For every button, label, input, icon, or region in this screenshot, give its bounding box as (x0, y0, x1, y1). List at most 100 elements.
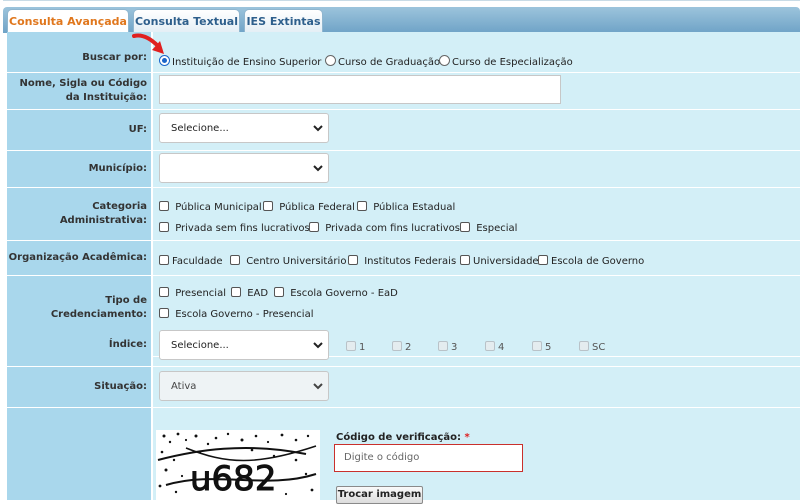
cb-label: Escola de Governo (551, 256, 645, 267)
row-municipio: Município: (7, 151, 800, 188)
verificacao-input[interactable]: Digite o código (334, 444, 523, 472)
checkbox-icon[interactable] (485, 341, 495, 351)
checkbox-icon[interactable] (460, 255, 470, 265)
indice-select-value: Selecione... (171, 339, 229, 351)
checkbox-icon[interactable] (230, 255, 240, 265)
label-situacao: Situação: (7, 367, 153, 407)
cb-escola-governo-ead[interactable]: Escola Governo - EaD (274, 287, 398, 299)
search-form: Buscar por: Instituição de Ensino Superi… (7, 32, 800, 500)
situacao-field: Ativa (159, 367, 800, 407)
situacao-select[interactable]: Ativa (159, 371, 329, 401)
cb-indice-sc[interactable]: SC (579, 341, 605, 353)
annotation-arrow-icon (132, 33, 164, 54)
nome-input[interactable] (159, 75, 561, 104)
label-captcha-empty (7, 408, 153, 500)
uf-select-value: Selecione... (171, 122, 229, 134)
cb-indice-4[interactable]: 4 (485, 341, 504, 353)
cb-label: Privada com fins lucrativos (325, 223, 460, 234)
cb-centro-universitario[interactable]: Centro Universitário (230, 255, 346, 267)
cb-publica-federal[interactable]: Pública Federal (263, 201, 355, 213)
cb-label: 3 (451, 342, 458, 353)
cb-escola-governo[interactable]: Escola de Governo (538, 255, 644, 267)
checkbox-icon[interactable] (309, 222, 319, 232)
cb-publica-municipal[interactable]: Pública Municipal (159, 201, 262, 213)
cb-publica-estadual[interactable]: Pública Estadual (357, 201, 455, 213)
verificacao-label-text: Código de verificação: (336, 432, 462, 443)
radio-curso-especializacao[interactable]: Curso de Especialização (439, 55, 573, 68)
indice-select[interactable]: Selecione... (159, 330, 329, 360)
situacao-select-value: Ativa (171, 380, 197, 392)
checkbox-icon[interactable] (274, 287, 284, 297)
tab-bar: Consulta Avançada Consulta Textual IES E… (3, 0, 800, 34)
tab-ies-extintas[interactable]: IES Extintas (244, 9, 323, 33)
checkbox-icon[interactable] (532, 341, 542, 351)
cb-label: Presencial (175, 288, 226, 299)
cb-label: Escola Governo - EaD (290, 288, 398, 299)
label-municipio: Município: (7, 151, 153, 187)
cb-institutos-federais[interactable]: Institutos Federais (348, 255, 456, 267)
indice-field: Selecione... 1 2 3 4 5 SC (159, 324, 800, 366)
row-categoria: Categoria Administrativa: Pública Munici… (7, 188, 800, 241)
captcha-noise-icon: u682 (156, 430, 320, 500)
radio-especializacao-label: Curso de Especialização (452, 57, 573, 68)
checkbox-icon[interactable] (348, 255, 358, 265)
cb-indice-5[interactable]: 5 (532, 341, 551, 353)
cb-label: Especial (476, 223, 518, 234)
cb-presencial[interactable]: Presencial (159, 287, 226, 299)
checkbox-icon[interactable] (159, 308, 169, 318)
cb-label: Escola Governo - Presencial (175, 309, 314, 320)
radio-icon[interactable] (439, 55, 450, 66)
label-indice: Índice: (7, 324, 153, 366)
label-organizacao: Organização Acadêmica: (7, 241, 153, 275)
uf-select[interactable]: Selecione... (159, 113, 329, 143)
cb-privada-com-fins[interactable]: Privada com fins lucrativos (309, 222, 460, 234)
checkbox-icon[interactable] (159, 255, 169, 265)
radio-icon[interactable] (325, 55, 336, 66)
buscar-por-field: Instituição de Ensino Superior Curso de … (159, 32, 800, 72)
radio-ies[interactable]: Instituição de Ensino Superior (159, 55, 321, 68)
checkbox-icon[interactable] (159, 222, 169, 232)
nome-field (159, 73, 800, 109)
municipio-field (159, 151, 800, 187)
cb-label: 1 (359, 342, 366, 353)
tab-consulta-avancada[interactable]: Consulta Avançada (7, 9, 129, 34)
radio-ies-label: Instituição de Ensino Superior (172, 57, 322, 68)
checkbox-icon[interactable] (392, 341, 402, 351)
checkbox-icon[interactable] (538, 255, 548, 265)
checkbox-icon[interactable] (346, 341, 356, 351)
uf-field: Selecione... (159, 110, 800, 150)
categoria-field: Pública Municipal Pública Federal Públic… (159, 188, 800, 240)
cb-especial[interactable]: Especial (460, 222, 517, 234)
cb-universidade[interactable]: Universidade (460, 255, 539, 267)
cb-ead[interactable]: EAD (231, 287, 268, 299)
checkbox-icon[interactable] (231, 287, 241, 297)
checkbox-icon[interactable] (263, 201, 273, 211)
cb-faculdade[interactable]: Faculdade (159, 255, 223, 267)
cb-label: Pública Estadual (373, 202, 456, 213)
municipio-select[interactable] (159, 153, 329, 183)
row-buscar-por: Buscar por: Instituição de Ensino Superi… (7, 32, 800, 73)
radio-curso-graduacao[interactable]: Curso de Graduação (325, 55, 440, 68)
cb-privada-sem-fins[interactable]: Privada sem fins lucrativos (159, 222, 310, 234)
cb-label: Pública Federal (279, 202, 355, 213)
row-uf: UF: Selecione... (7, 110, 800, 151)
label-categoria: Categoria Administrativa: (7, 188, 153, 240)
cb-escola-governo-presencial[interactable]: Escola Governo - Presencial (159, 308, 314, 320)
cb-label: Faculdade (172, 256, 223, 267)
cb-indice-1[interactable]: 1 (346, 341, 365, 353)
checkbox-icon[interactable] (579, 341, 589, 351)
checkbox-icon[interactable] (460, 222, 470, 232)
trocar-imagem-button[interactable]: Trocar imagem (336, 486, 423, 504)
row-situacao: Situação: Ativa (7, 367, 800, 408)
cb-label: SC (592, 342, 606, 353)
checkbox-icon[interactable] (159, 287, 169, 297)
cb-label: Universidade (473, 256, 539, 267)
checkbox-icon[interactable] (357, 201, 367, 211)
checkbox-icon[interactable] (159, 201, 169, 211)
cb-indice-3[interactable]: 3 (438, 341, 457, 353)
chevron-down-icon (313, 342, 323, 349)
cb-indice-2[interactable]: 2 (392, 341, 411, 353)
cb-label: Institutos Federais (364, 256, 457, 267)
verificacao-label: Código de verificação: * (336, 432, 470, 443)
checkbox-icon[interactable] (438, 341, 448, 351)
